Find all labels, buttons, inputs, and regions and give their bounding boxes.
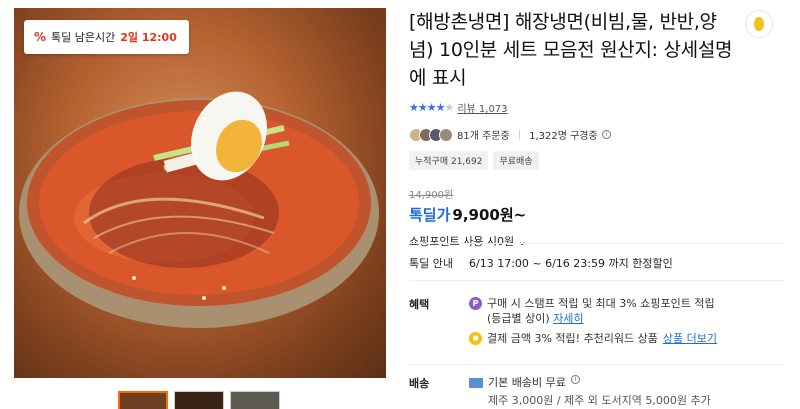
original-price: 14,900원 — [409, 190, 454, 201]
shipping-extra: 제주 3,000원 / 제주 외 도서지역 5,000원 추가 — [488, 394, 711, 407]
benefit-stamp-sub: (등급별 상이) — [487, 312, 550, 325]
section-divider — [409, 243, 784, 244]
social-proof-row: 81개 주문중 | 1,322명 구경중 i — [409, 127, 739, 142]
deal-price-label: 톡딜가 — [409, 206, 451, 224]
benefit-stamp: P 구매 시 스탬프 적립 및 최대 3% 쇼핑포인트 적립 (등급별 상이) … — [469, 296, 717, 326]
benefit-reward: ● 결제 금액 3% 적립! 추천리워드 상품 상품 더보기 — [469, 331, 717, 346]
deal-info-period: 6/13 17:00 ~ 6/16 23:59 까지 한정할인 — [469, 257, 673, 270]
info-icon[interactable]: i — [570, 375, 580, 384]
coin-icon: ● — [469, 332, 482, 345]
thumbnail-3[interactable] — [230, 391, 280, 409]
thumbnail-strip — [118, 391, 280, 409]
review-link[interactable]: 리뷰 1,073 — [457, 100, 507, 115]
section-divider — [409, 280, 784, 281]
deal-price[interactable]: 9,900원~ — [452, 204, 526, 225]
points-dropdown[interactable]: 쇼핑포인트 사용 시0원 ⌄ — [409, 233, 739, 249]
deal-info-label: 톡딜 안내 — [409, 257, 453, 270]
buyer-avatars — [409, 127, 453, 142]
section-divider — [409, 364, 784, 365]
benefits-label: 혜택 — [409, 298, 430, 311]
floating-coin-icon[interactable] — [745, 10, 773, 38]
tag-cumulative-purchases: 누적구매 21,692 — [409, 151, 489, 170]
thumbnail-2[interactable] — [174, 391, 224, 409]
shipping-fee: 기본 배송비 무료 i — [469, 375, 711, 390]
product-info: [해방촌냉면] 해장냉면(비빔,물, 반반,양념) 10인분 세트 모음전 원산… — [409, 8, 739, 249]
product-title: [해방촌냉면] 해장냉면(비빔,물, 반반,양념) 10인분 세트 모음전 원산… — [409, 11, 733, 89]
truck-icon — [469, 378, 483, 388]
deal-timer-label: 톡딜 남은시간 — [51, 31, 116, 44]
star-rating: ★★★★★ — [409, 101, 454, 114]
avatar — [439, 127, 453, 142]
order-count: 81개 주문중 — [457, 131, 510, 142]
tag-list: 누적구매 21,692 무료배송 — [409, 151, 739, 170]
shipping-label: 배송 — [409, 377, 430, 390]
details-link[interactable]: 자세히 — [553, 312, 583, 325]
rating-row: ★★★★★ 리뷰 1,073 — [409, 100, 739, 115]
shipping-row: 배송 기본 배송비 무료 i 제주 3,000원 / 제주 외 도서지역 5,0… — [409, 375, 711, 408]
shipping-fee-text: 기본 배송비 무료 — [488, 376, 566, 389]
deal-timer-badge: % 톡딜 남은시간 2일 12:00 — [24, 20, 189, 54]
tag-free-shipping: 무료배송 — [493, 151, 539, 170]
divider: | — [517, 129, 522, 140]
price-row: 톡딜가 9,900원~ — [409, 204, 739, 225]
point-icon: P — [469, 297, 482, 310]
benefit-reward-text: 결제 금액 3% 적립! 추천리워드 상품 — [487, 332, 658, 345]
deal-info-row: 톡딜 안내 6/13 17:00 ~ 6/16 23:59 까지 한정할인 — [409, 255, 673, 271]
more-products-link[interactable]: 상품 더보기 — [663, 331, 717, 346]
benefits-row: 혜택 P 구매 시 스탬프 적립 및 최대 3% 쇼핑포인트 적립 (등급별 상… — [409, 296, 717, 346]
product-image[interactable]: % 톡딜 남은시간 2일 12:00 — [14, 8, 386, 378]
benefit-stamp-text: 구매 시 스탬프 적립 및 최대 3% 쇼핑포인트 적립 — [487, 297, 715, 310]
thumbnail-1[interactable] — [118, 391, 168, 409]
deal-timer-value: 2일 12:00 — [120, 31, 177, 44]
info-icon[interactable]: i — [601, 130, 611, 139]
naengmyeon-bowl-illustration — [14, 8, 386, 378]
percent-tag-icon: % — [34, 30, 47, 44]
viewer-count: 1,322명 구경중 — [529, 131, 598, 142]
